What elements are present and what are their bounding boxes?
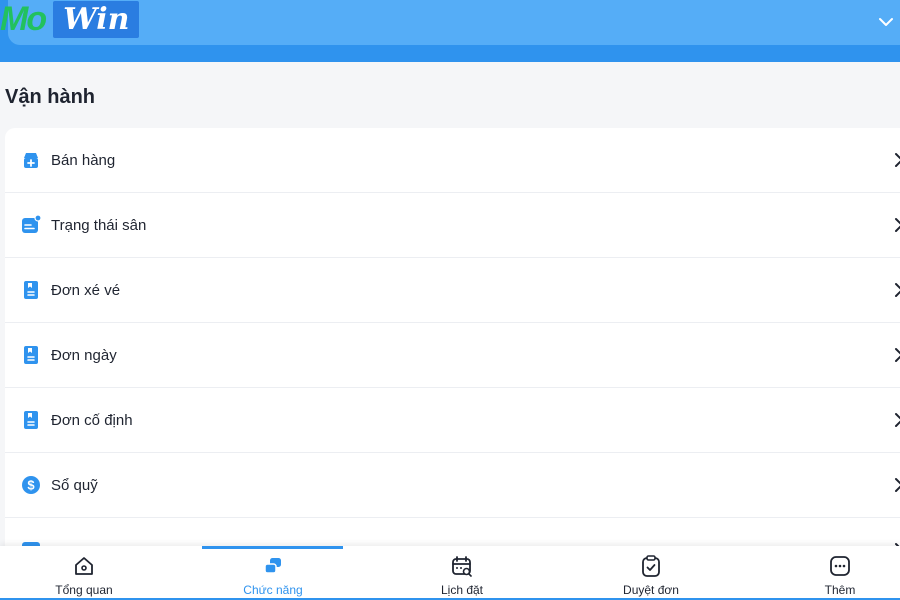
dollar-icon: $ <box>22 476 40 494</box>
nav-label: Lịch đặt <box>440 583 484 597</box>
nav-label: Duyệt đơn <box>623 583 679 597</box>
nav-tab-chuc-nang[interactable]: Chức năng <box>183 546 363 600</box>
nav-tab-tong-quan[interactable]: Tổng quan <box>0 546 174 600</box>
nav-label: Chức năng <box>243 583 303 597</box>
clipboard-check-icon <box>642 555 660 577</box>
home-icon <box>75 557 93 575</box>
menu-item-so-quy[interactable]: $ Sổ quỹ <box>5 453 900 518</box>
calendar-icon <box>452 556 472 577</box>
app-logo: Mo Win <box>0 0 140 38</box>
nav-tab-duyet-don[interactable]: Duyệt đơn <box>561 546 741 600</box>
ticket-order-icon <box>24 281 38 299</box>
nav-label: Tổng quan <box>55 583 113 597</box>
logo-text-win: Win <box>53 0 140 38</box>
chevron-right-icon <box>895 218 900 232</box>
svg-text:$: $ <box>27 478 35 493</box>
more-icon <box>830 556 850 576</box>
menu-item-don-xe-ve[interactable]: Đơn xé vé <box>5 258 900 323</box>
nav-tab-them[interactable]: Thêm <box>750 546 900 600</box>
chevron-right-icon <box>895 283 900 297</box>
menu-item-ban-hang[interactable]: Bán hàng <box>5 128 900 193</box>
chevron-right-icon <box>895 413 900 427</box>
operations-menu: Bán hàng Trạng thái sân Đơn xé vé Đơn ng… <box>5 128 900 546</box>
section-title: Vận hành <box>5 86 96 108</box>
menu-item-partial[interactable] <box>5 518 900 546</box>
menu-item-label: Trạng thái sân <box>51 216 147 234</box>
menu-item-trang-thai-san[interactable]: Trạng thái sân <box>5 193 900 258</box>
chevron-right-icon <box>895 478 900 492</box>
chevron-right-icon <box>895 153 900 167</box>
chevron-right-icon <box>895 348 900 362</box>
menu-item-don-co-dinh[interactable]: Đơn cố định <box>5 388 900 453</box>
menu-item-label: Bán hàng <box>51 151 116 169</box>
shop-icon <box>24 153 38 168</box>
logo-text-mo: Mo <box>0 0 47 38</box>
menu-item-label: Sổ quỹ <box>51 476 98 494</box>
functions-icon <box>264 558 281 574</box>
menu-item-label: Đơn ngày <box>51 346 117 364</box>
menu-item-label: Đơn cố định <box>51 411 133 429</box>
nav-label: Thêm <box>824 583 856 597</box>
menu-item-don-ngay[interactable]: Đơn ngày <box>5 323 900 388</box>
daily-order-icon <box>24 346 38 364</box>
bottom-navigation: Tổng quan Chức năng Lịch đặt Duyệt đơn T… <box>0 546 900 600</box>
nav-tab-lich-dat[interactable]: Lịch đặt <box>372 546 552 600</box>
app-header: Mo Win <box>0 0 900 62</box>
court-status-icon <box>22 215 41 233</box>
menu-item-label: Đơn xé vé <box>51 281 121 299</box>
fixed-order-icon <box>24 411 38 429</box>
header-bar <box>8 0 900 45</box>
chevron-down-icon[interactable] <box>876 12 896 32</box>
